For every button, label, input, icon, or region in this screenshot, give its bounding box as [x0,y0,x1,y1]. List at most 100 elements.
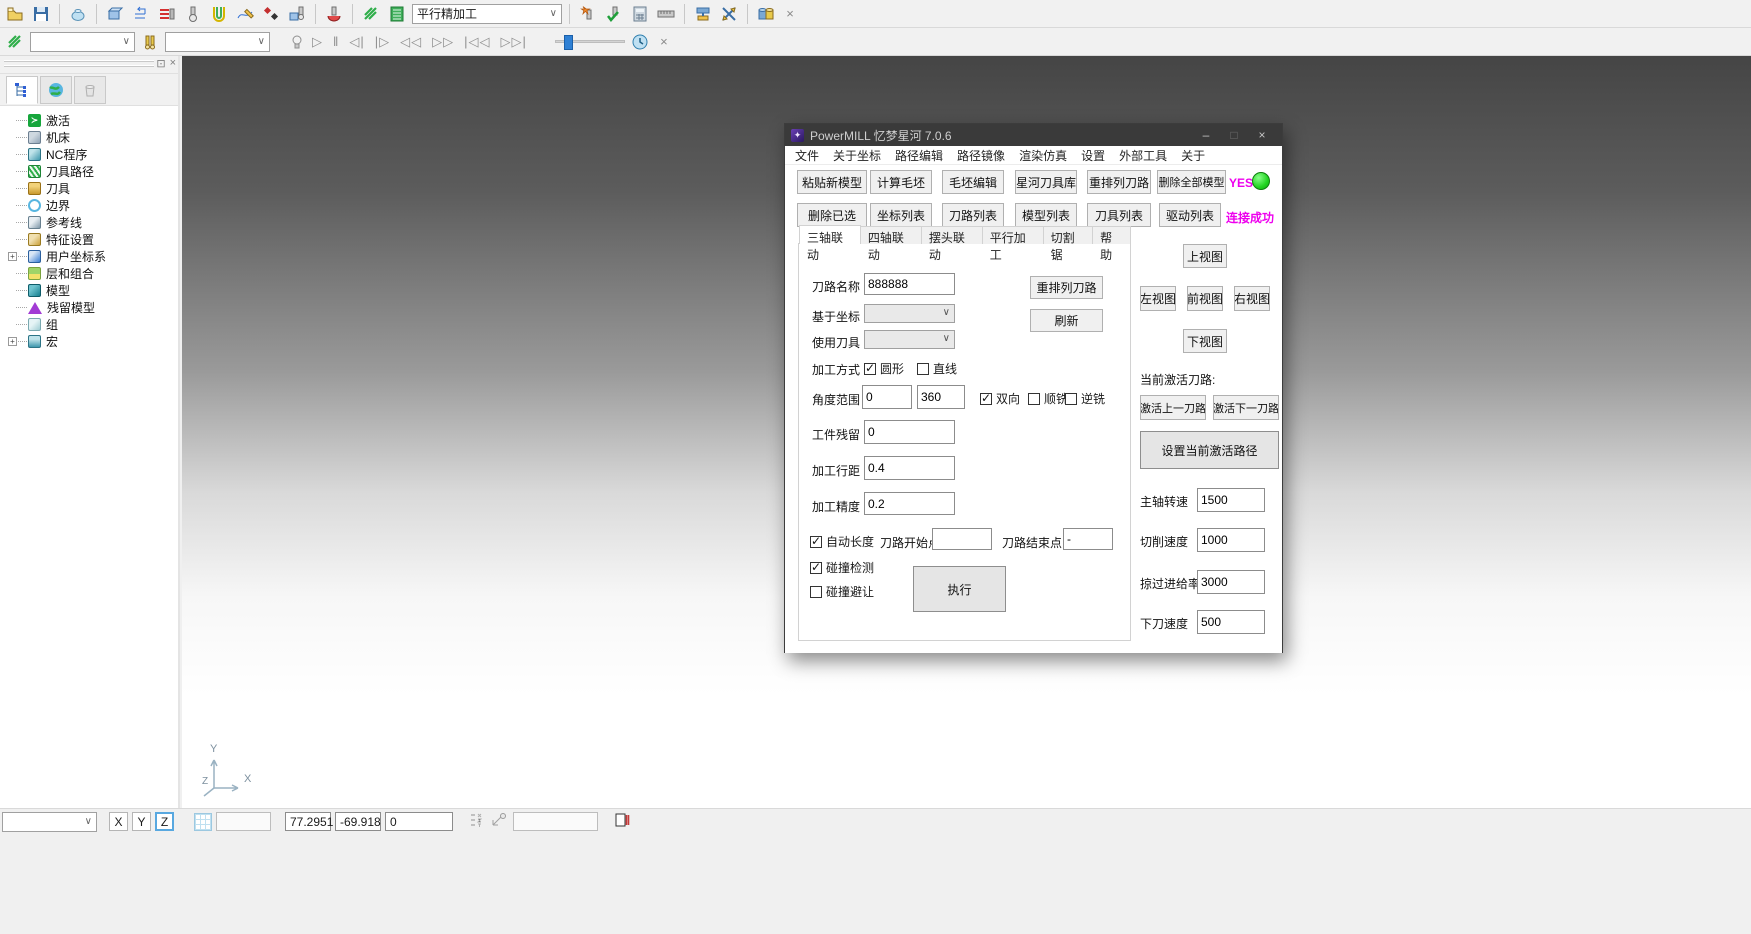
refresh-button[interactable]: 刷新 [1030,309,1103,332]
axis-z-button[interactable]: Z [155,812,174,831]
bidirectional-checkbox[interactable]: 双向 [980,390,1020,407]
points-icon[interactable] [260,3,282,25]
delete-selected-button[interactable]: 删除已选 [797,203,867,227]
transform-icon[interactable] [718,3,740,25]
tool-star-icon[interactable] [577,3,599,25]
probe-axis-icon[interactable] [489,811,509,832]
tab-4axis[interactable]: 四轴联动 [860,226,922,244]
clock-icon[interactable] [629,31,651,53]
empty-field[interactable] [513,812,598,831]
set-active-path-button[interactable]: 设置当前激活路径 [1140,431,1279,469]
toolpath-icon[interactable] [130,3,152,25]
tool-library-button[interactable]: 星河刀具库 [1015,170,1077,194]
teapot-shading-icon[interactable] [67,3,89,25]
fast-forward-icon[interactable]: ▷▷ [432,34,454,50]
coord-z-field[interactable]: 0 [385,812,453,831]
view-left-button[interactable]: 左视图 [1140,286,1176,311]
slider-handle[interactable] [564,35,573,50]
view-front-button[interactable]: 前视图 [1187,286,1223,311]
menu-settings[interactable]: 设置 [1081,147,1105,164]
strategy-list-icon[interactable] [386,3,408,25]
save-project-icon[interactable] [30,3,52,25]
toolpath-spring-icon[interactable] [4,31,26,53]
tree-item-toolpaths[interactable]: 刀具路径 [6,163,178,180]
doc-pause-icon[interactable] [614,812,630,831]
tree-item-workplanes[interactable]: +用户坐标系 [6,248,178,265]
coord-list-button[interactable]: 坐标列表 [870,203,932,227]
tab-3axis[interactable]: 三轴联动 [799,225,861,244]
stock-edit-button[interactable]: 毛坯编辑 [942,170,1004,194]
coord-x-field[interactable]: 77.2951 [285,812,331,831]
grid-icon[interactable] [194,813,212,831]
tab-saw[interactable]: 切割锯 [1043,226,1093,244]
activate-prev-toolpath-button[interactable]: 激活上一刀路 [1140,395,1206,420]
tool-icon[interactable] [182,3,204,25]
go-end-icon[interactable]: ▷▷| [501,34,527,50]
angle-end-input[interactable] [917,385,965,409]
tree-item-groups[interactable]: 组 [6,316,178,333]
step-back-icon[interactable]: ◁| [349,34,364,50]
tree-item-stock-models[interactable]: 残留模型 [6,299,178,316]
cutting-feed-input[interactable] [1197,528,1265,552]
tool-holder-icon[interactable] [323,3,345,25]
tool-yellow-icon[interactable] [139,31,161,53]
tree-item-activate[interactable]: ≻激活 [6,112,178,129]
menu-file[interactable]: 文件 [795,147,819,164]
menu-render-sim[interactable]: 渲染仿真 [1019,147,1067,164]
panel-grip[interactable]: ⊡ × [0,56,178,74]
boundary-icon[interactable] [208,3,230,25]
play-icon[interactable]: ▷ [312,34,323,50]
model-list-button[interactable]: 模型列表 [1015,203,1077,227]
tab-explorer-tree[interactable] [6,76,38,104]
open-project-icon[interactable] [4,3,26,25]
auto-length-checkbox[interactable]: 自动长度 [810,533,874,550]
menu-about[interactable]: 关于 [1181,147,1205,164]
compare-cylinders-icon[interactable] [755,3,777,25]
tab-tilt-head[interactable]: 摆头联动 [921,226,983,244]
pattern-icon[interactable] [234,3,256,25]
toolbar-close-icon[interactable]: × [781,6,799,21]
clamp-icon[interactable] [692,3,714,25]
skim-feed-input[interactable] [1197,570,1265,594]
step-forward-icon[interactable]: |▷ [375,34,390,50]
block-icon[interactable] [104,3,126,25]
tree-item-tools[interactable]: 刀具 [6,180,178,197]
sim-speed-slider[interactable] [555,40,625,43]
menu-external-tools[interactable]: 外部工具 [1119,147,1167,164]
nc-program-icon[interactable] [156,3,178,25]
coord-dropdown[interactable]: ∨ [864,304,955,323]
tool-list-button[interactable]: 刀具列表 [1087,203,1151,227]
menu-path-mirror[interactable]: 路径镜像 [957,147,1005,164]
stepover-input[interactable] [864,456,955,480]
empty-field[interactable] [216,812,271,831]
go-start-icon[interactable]: |◁◁ [464,34,490,50]
spindle-speed-input[interactable] [1197,488,1265,512]
lightbulb-icon[interactable] [286,31,308,53]
tolerance-input[interactable] [864,492,955,515]
tab-world-view[interactable] [40,76,72,104]
conventional-checkbox[interactable]: 逆铣 [1065,390,1105,407]
tree-item-macros[interactable]: +宏 [6,333,178,350]
tab-help[interactable]: 帮助 [1092,226,1131,244]
view-right-button[interactable]: 右视图 [1234,286,1270,311]
rearrange-toolpath-button[interactable]: 重排列刀路 [1087,170,1151,194]
end-point-input[interactable] [1063,528,1113,550]
stock-allowance-input[interactable] [864,420,955,444]
panel-close-icon[interactable]: × [170,57,176,70]
view-bottom-button[interactable]: 下视图 [1183,329,1227,353]
execute-button[interactable]: 执行 [913,566,1006,612]
dialog-titlebar[interactable]: ✦ PowerMILL 忆梦星河 7.0.6 – □ × [785,124,1282,146]
sim-toolpath-dropdown[interactable]: ∨ [30,32,135,52]
menu-coords[interactable]: 关于坐标 [833,147,881,164]
plunge-feed-input[interactable] [1197,610,1265,634]
paste-model-button[interactable]: 粘贴新模型 [797,170,867,194]
toolbar-close-icon[interactable]: × [655,34,673,49]
strategy-dropdown[interactable]: 平行精加工 ∨ [412,4,562,24]
angle-start-input[interactable] [862,385,912,409]
drive-list-button[interactable]: 驱动列表 [1159,203,1221,227]
calc-stock-button[interactable]: 计算毛坯 [870,170,932,194]
coord-y-field[interactable]: -69.918 [335,812,381,831]
status-dropdown[interactable]: ∨ [2,812,97,832]
toolpath-list-button[interactable]: 刀路列表 [942,203,1004,227]
tree-item-patterns[interactable]: 参考线 [6,214,178,231]
